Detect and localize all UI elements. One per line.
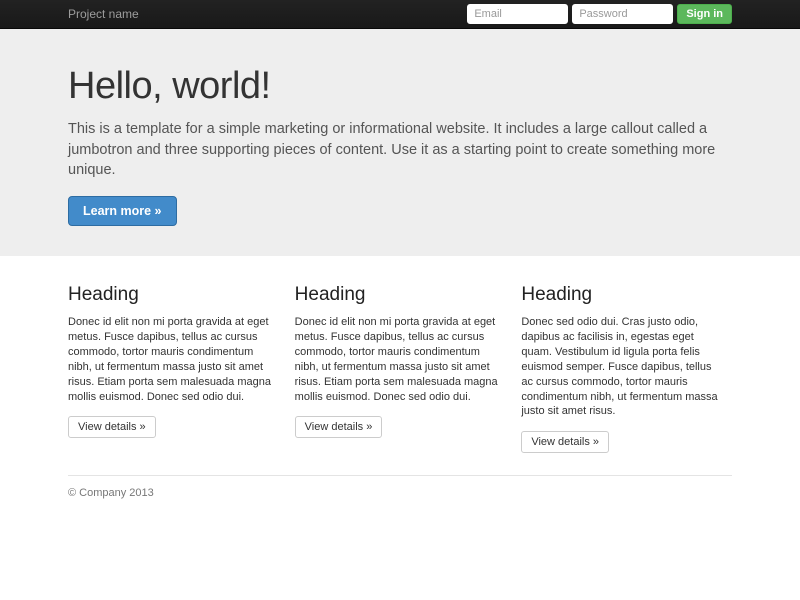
email-field[interactable] bbox=[467, 4, 569, 24]
navbar: Project name Sign in bbox=[0, 0, 800, 29]
footer: © Company 2013 bbox=[68, 475, 732, 499]
jumbotron-title: Hello, world! bbox=[68, 65, 271, 107]
view-details-button-2[interactable]: View details » bbox=[294, 416, 383, 439]
marketing-column-1: Heading Donec id elit non mi porta gravi… bbox=[68, 284, 279, 454]
footer-divider bbox=[68, 475, 732, 477]
copyright-text: © Company 2013 bbox=[68, 487, 154, 500]
jumbotron-description: This is a template for a simple marketin… bbox=[68, 121, 716, 179]
column-text: Donec id elit non mi porta gravida at eg… bbox=[68, 315, 271, 403]
column-text: Donec sed odio dui. Cras justo odio, dap… bbox=[521, 315, 718, 418]
view-details-button-3[interactable]: View details » bbox=[521, 431, 610, 454]
view-details-button-1[interactable]: View details » bbox=[68, 416, 156, 439]
password-field[interactable] bbox=[572, 4, 674, 24]
learn-more-button[interactable]: Learn more » bbox=[68, 195, 177, 226]
marketing-columns: Heading Donec id elit non mi porta gravi… bbox=[68, 284, 732, 454]
marketing-column-3: Heading Donec sed odio dui. Cras justo o… bbox=[521, 284, 732, 454]
column-heading: Heading bbox=[68, 283, 139, 305]
marketing-column-2: Heading Donec id elit non mi porta gravi… bbox=[294, 283, 506, 454]
jumbotron: Hello, world! This is a template for a s… bbox=[0, 29, 800, 256]
signin-button[interactable]: Sign in bbox=[677, 4, 732, 24]
signin-form: Sign in bbox=[467, 4, 732, 24]
column-heading: Heading bbox=[294, 283, 366, 305]
column-heading: Heading bbox=[521, 283, 593, 305]
column-text: Donec id elit non mi porta gravida at eg… bbox=[294, 315, 498, 403]
navbar-brand[interactable]: Project name bbox=[68, 7, 139, 21]
